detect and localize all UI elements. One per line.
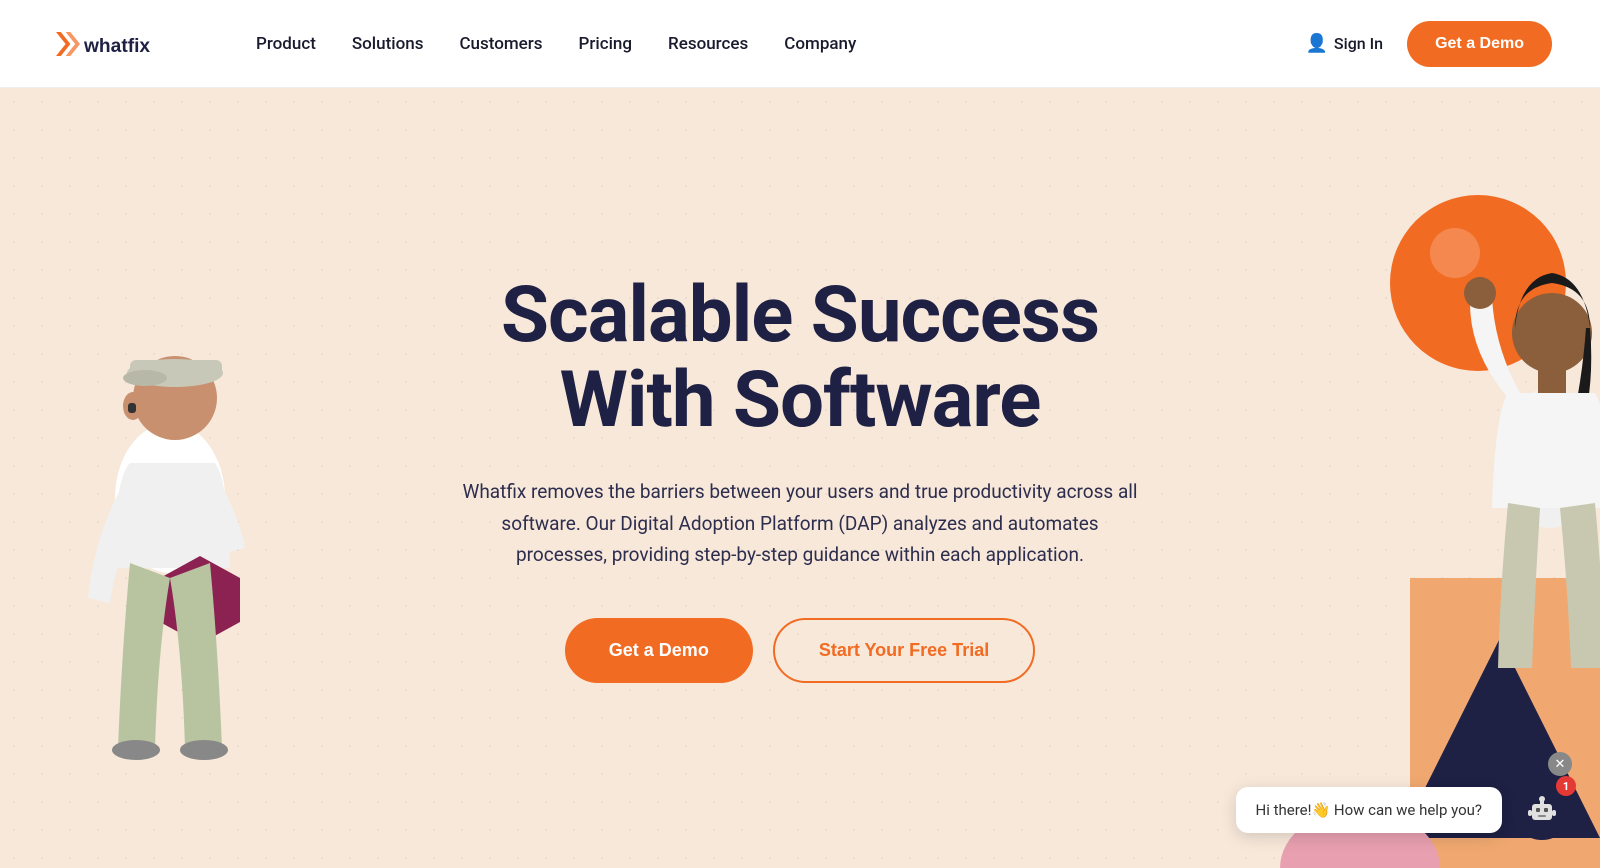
navbar: whatfix Product Solutions Customers Pric… (0, 0, 1600, 88)
nav-item-customers[interactable]: Customers (459, 34, 542, 54)
svg-text:whatfix: whatfix (83, 36, 150, 57)
hero-title: Scalable Success With Software (460, 273, 1140, 445)
chat-badge: 1 (1556, 776, 1576, 796)
chat-icon-wrapper[interactable]: ✕ 1 (1512, 780, 1572, 840)
left-illustration (0, 188, 300, 868)
nav-links: Product Solutions Customers Pricing Reso… (256, 34, 1306, 54)
hero-get-demo-button[interactable]: Get a Demo (565, 618, 753, 683)
get-demo-nav-button[interactable]: Get a Demo (1407, 21, 1552, 67)
hero-section: Scalable Success With Software Whatfix r… (0, 88, 1600, 868)
nav-item-resources[interactable]: Resources (668, 34, 748, 54)
sign-in-button[interactable]: 👤 Sign In (1306, 33, 1384, 54)
navbar-right: 👤 Sign In Get a Demo (1306, 21, 1553, 67)
hero-subtitle: Whatfix removes the barriers between you… (460, 476, 1140, 570)
right-illustration (1260, 88, 1600, 868)
nav-item-product[interactable]: Product (256, 34, 316, 54)
chat-message: Hi there!👋 How can we help you? (1256, 801, 1482, 819)
nav-item-solutions[interactable]: Solutions (352, 34, 424, 54)
chat-bubble: Hi there!👋 How can we help you? (1236, 787, 1502, 833)
chat-widget: Hi there!👋 How can we help you? ✕ 1 (1236, 780, 1572, 840)
hero-free-trial-button[interactable]: Start Your Free Trial (773, 618, 1035, 683)
sign-in-label: Sign In (1334, 34, 1383, 53)
logo[interactable]: whatfix (48, 24, 208, 64)
hero-buttons: Get a Demo Start Your Free Trial (460, 618, 1140, 683)
nav-item-pricing[interactable]: Pricing (579, 34, 633, 54)
user-icon: 👤 (1306, 33, 1328, 54)
hero-content: Scalable Success With Software Whatfix r… (460, 273, 1140, 684)
nav-item-company[interactable]: Company (784, 34, 856, 54)
chat-close-button[interactable]: ✕ (1548, 752, 1572, 776)
